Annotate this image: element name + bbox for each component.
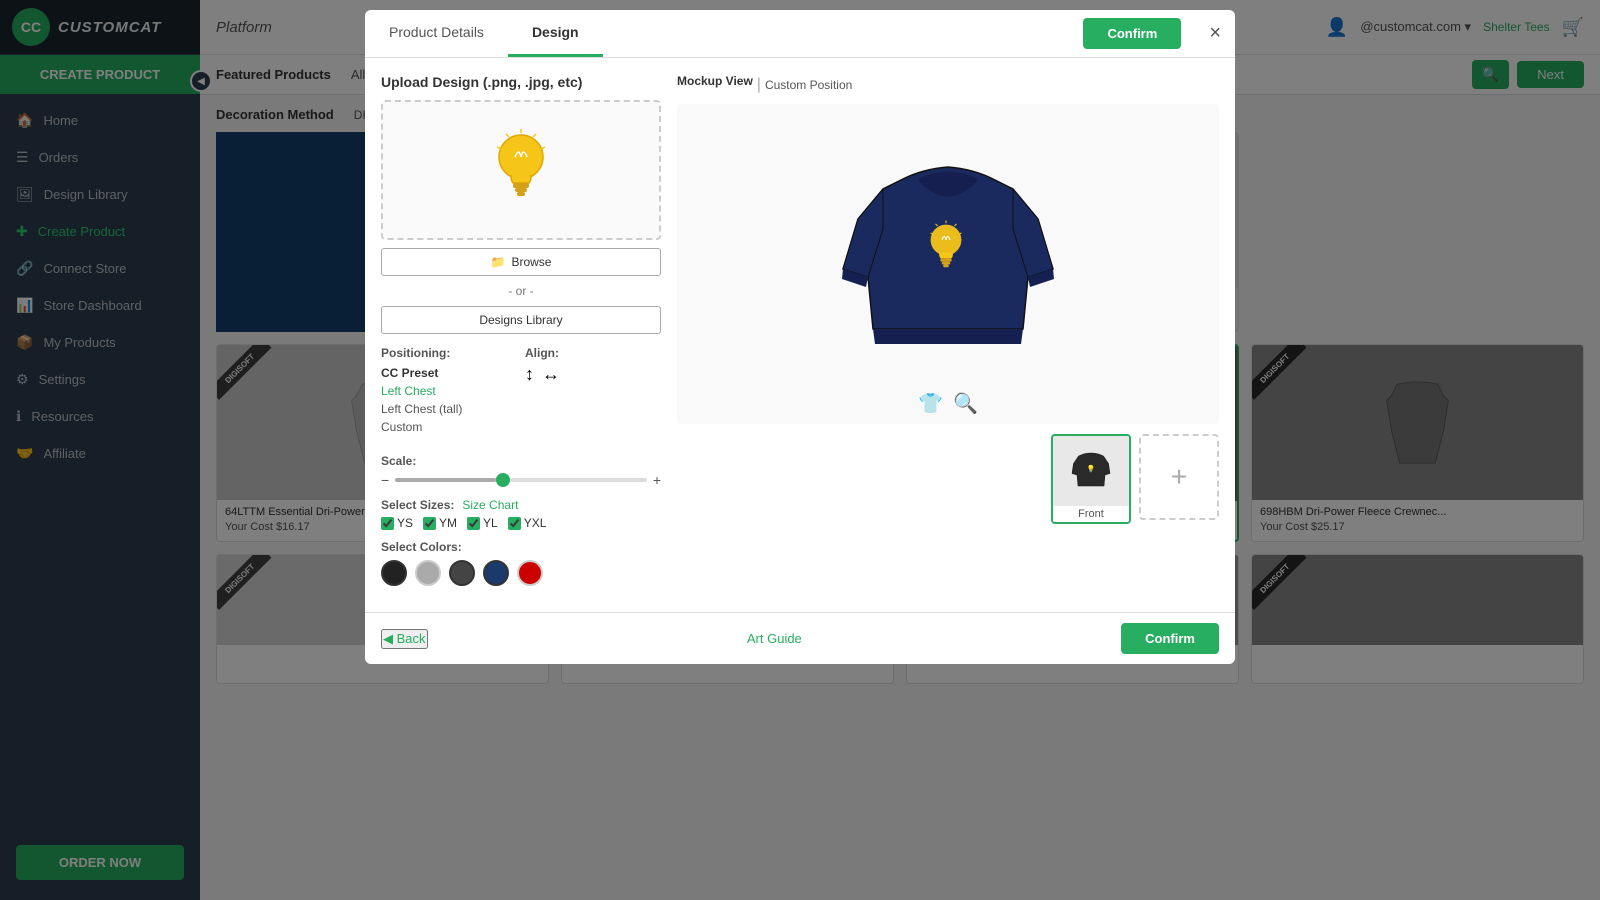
size-option-yxl[interactable]: YXL (508, 516, 547, 530)
size-checkbox-yl[interactable] (467, 517, 480, 530)
header-confirm-button[interactable]: Confirm (1083, 18, 1181, 49)
colors-row (381, 560, 661, 586)
align-controls: ↕ ↔ (525, 364, 661, 385)
color-swatch-dark-gray[interactable] (449, 560, 475, 586)
positioning-label: Positioning: (381, 346, 517, 360)
sizes-section: Select Sizes: Size Chart YS YM (381, 498, 661, 530)
scale-track-filled (395, 478, 496, 482)
size-checkbox-yxl[interactable] (508, 517, 521, 530)
scale-row: − + (381, 472, 661, 488)
tab-design[interactable]: Design (508, 10, 603, 57)
positioning-option-left-chest-tall[interactable]: Left Chest (tall) (381, 400, 517, 418)
align-section: Align: ↕ ↔ (525, 346, 661, 446)
size-option-ym[interactable]: YM (423, 516, 457, 530)
positioning-option-left-chest[interactable]: Left Chest (381, 382, 517, 400)
colors-section: Select Colors: (381, 540, 661, 586)
scale-thumb[interactable] (496, 473, 510, 487)
thumbnail-front-image: 💡 (1053, 436, 1129, 506)
mockup-separator: | (757, 76, 761, 94)
positioning-section: Positioning: CC Preset Left Chest Left C… (381, 346, 517, 436)
size-option-yl[interactable]: YL (467, 516, 498, 530)
size-options: YS YM YL YXL (381, 516, 661, 530)
back-button[interactable]: ◀ Back (381, 629, 428, 649)
browse-icon: 📁 (491, 255, 506, 269)
scale-minus-button[interactable]: − (381, 472, 389, 488)
positioning-align-grid: Positioning: CC Preset Left Chest Left C… (381, 346, 661, 446)
product-design-modal: Product Details Design Confirm × Upload … (365, 10, 1235, 664)
custom-position-link[interactable]: Custom Position (765, 78, 852, 92)
mockup-icons: 👕 🔍 (918, 391, 978, 416)
size-checkbox-ys[interactable] (381, 517, 394, 530)
size-chart-link[interactable]: Size Chart (462, 498, 518, 512)
thumbnails-row: 💡 Front + (677, 434, 1219, 524)
tshirt-icon[interactable]: 👕 (918, 391, 943, 416)
modal-left-panel: Upload Design (.png, .jpg, etc) (381, 74, 661, 596)
thumbnail-front-label: Front (1053, 506, 1129, 522)
color-swatch-gray[interactable] (415, 560, 441, 586)
sizes-label: Select Sizes: (381, 498, 454, 512)
size-option-ys[interactable]: YS (381, 516, 413, 530)
size-checkbox-ym[interactable] (423, 517, 436, 530)
or-divider: - or - (381, 284, 661, 298)
align-label: Align: (525, 346, 661, 360)
add-thumbnail-button[interactable]: + (1139, 434, 1219, 520)
upload-box[interactable] (381, 100, 661, 240)
modal-header: Product Details Design Confirm × (365, 10, 1235, 58)
align-horizontal-button[interactable]: ↔ (542, 364, 560, 385)
tab-product-details[interactable]: Product Details (365, 10, 508, 57)
color-swatch-black[interactable] (381, 560, 407, 586)
color-swatch-red[interactable] (517, 560, 543, 586)
align-vertical-button[interactable]: ↕ (525, 364, 534, 385)
modal-body: Upload Design (.png, .jpg, etc) (365, 58, 1235, 612)
modal-right-panel: Mockup View | Custom Position (677, 74, 1219, 596)
scale-section: Scale: − + (381, 454, 661, 488)
designs-library-button[interactable]: Designs Library (381, 306, 661, 334)
colors-label: Select Colors: (381, 540, 661, 554)
upload-title: Upload Design (.png, .jpg, etc) (381, 74, 661, 90)
positioning-option-cc-preset[interactable]: CC Preset (381, 364, 517, 382)
scale-slider[interactable] (395, 478, 647, 482)
zoom-icon[interactable]: 🔍 (953, 391, 978, 416)
positioning-option-custom[interactable]: Custom (381, 418, 517, 436)
footer-confirm-button[interactable]: Confirm (1121, 623, 1219, 654)
modal-footer: ◀ Back Art Guide Confirm (365, 612, 1235, 664)
art-guide-link[interactable]: Art Guide (747, 631, 802, 646)
close-button[interactable]: × (1195, 22, 1235, 45)
color-swatch-navy[interactable] (483, 560, 509, 586)
scale-plus-button[interactable]: + (653, 472, 661, 488)
thumbnail-front[interactable]: 💡 Front (1051, 434, 1131, 524)
browse-button[interactable]: 📁 Browse (381, 248, 661, 276)
mockup-area: 👕 🔍 (677, 104, 1219, 424)
modal-overlay: Product Details Design Confirm × Upload … (0, 0, 1600, 900)
lightbulb-icon (481, 125, 561, 215)
thumbnail-sweatshirt-icon: 💡 (1071, 446, 1111, 496)
mockup-view-header: Mockup View | Custom Position (677, 74, 1219, 96)
scale-label: Scale: (381, 454, 661, 468)
sizes-row: Select Sizes: Size Chart (381, 498, 661, 512)
mockup-view-label: Mockup View (677, 74, 753, 88)
sweatshirt-mockup (838, 129, 1058, 399)
